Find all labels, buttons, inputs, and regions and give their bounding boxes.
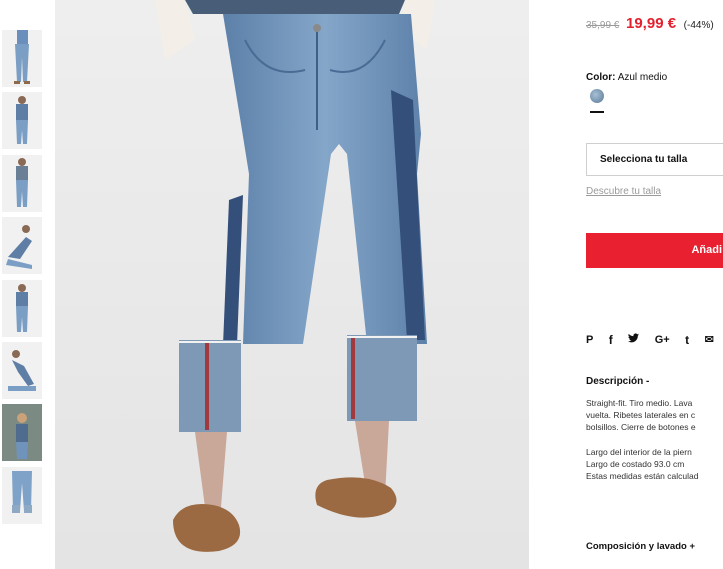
description-line: vuelta. Ribetes laterales en c — [586, 410, 696, 420]
color-label: Color: Azul medio — [586, 72, 667, 83]
composition-toggle[interactable]: Composición y lavado + — [586, 541, 695, 552]
thumbnail-5[interactable] — [2, 280, 42, 337]
old-price: 35,99 € — [586, 20, 620, 31]
thumbnail-7[interactable] — [2, 404, 42, 461]
color-label-key: Color: — [586, 72, 616, 83]
discount-badge: (-44%) — [683, 20, 714, 31]
thumbnail-6[interactable] — [2, 342, 42, 399]
price-row: 35,99 € 19,99 € (-44%) — [586, 15, 714, 32]
description-line: bolsillos. Cierre de botones e — [586, 422, 696, 432]
product-info-panel: 35,99 € 19,99 € (-44%) Color: Azul medio… — [586, 0, 723, 569]
measure-line: Largo del interior de la piern — [586, 447, 692, 457]
measure-line: Estas medidas están calculad — [586, 471, 699, 481]
facebook-icon[interactable]: f — [609, 333, 613, 347]
swatch-selected-indicator — [590, 111, 604, 113]
thumbnail-strip — [0, 0, 46, 569]
pinterest-icon[interactable]: P — [586, 334, 593, 346]
google-plus-icon[interactable]: G+ — [655, 334, 670, 346]
measure-line: Largo de costado 93.0 cm — [586, 459, 685, 469]
add-to-cart-button[interactable]: Añadi — [586, 233, 723, 268]
thumbnail-8[interactable] — [2, 467, 42, 524]
twitter-icon[interactable] — [628, 333, 640, 346]
description-text: Straight-fit. Tiro medio. Lava vuelta. R… — [586, 397, 723, 433]
thumbnail-2[interactable] — [2, 92, 42, 149]
description-line: Straight-fit. Tiro medio. Lava — [586, 398, 693, 408]
product-main-image — [55, 0, 529, 569]
color-value: Azul medio — [617, 72, 668, 83]
sale-price: 19,99 € — [626, 15, 677, 32]
color-swatch-azul-medio[interactable] — [590, 89, 604, 103]
thumbnail-3[interactable] — [2, 155, 42, 212]
size-guide-link[interactable]: Descubre tu talla — [586, 186, 661, 197]
mail-icon[interactable]: ✉ — [705, 333, 714, 346]
share-bar: P f G+ t ✉ — [586, 331, 723, 347]
size-select[interactable]: Selecciona tu talla — [586, 143, 723, 176]
thumbnail-1[interactable] — [2, 30, 42, 87]
tumblr-icon[interactable]: t — [685, 333, 689, 347]
thumbnail-4[interactable] — [2, 217, 42, 274]
measurements-text: Largo del interior de la piern Largo de … — [586, 446, 698, 482]
description-title[interactable]: Descripción - — [586, 376, 649, 387]
